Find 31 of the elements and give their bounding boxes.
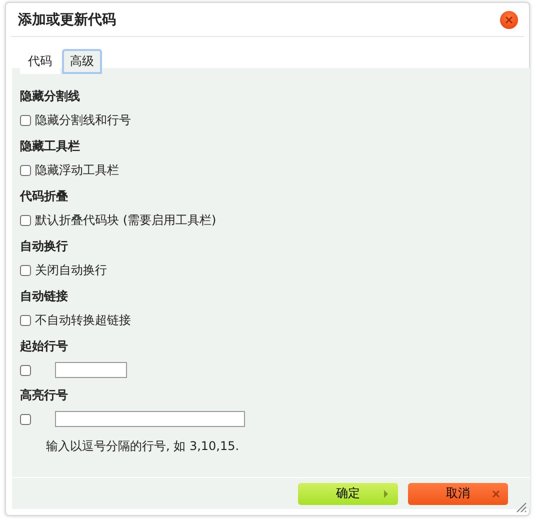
section-heading: 自动链接 xyxy=(20,288,69,305)
input-field[interactable] xyxy=(55,362,127,378)
checkbox[interactable] xyxy=(20,414,31,424)
section-heading: 高亮行号 xyxy=(20,387,69,404)
checkbox-label: 关闭自动换行 xyxy=(35,262,107,279)
checkbox[interactable] xyxy=(20,165,31,176)
section-heading: 隐藏工具栏 xyxy=(20,138,81,155)
triangle-icon xyxy=(382,490,390,498)
input-field[interactable] xyxy=(55,411,245,427)
checkbox[interactable] xyxy=(20,215,31,226)
dialog-title: 添加或更新代码 xyxy=(18,10,116,28)
ok-button[interactable]: 确定 xyxy=(298,482,398,504)
close-icon xyxy=(505,16,513,24)
tab[interactable]: 高级 xyxy=(62,49,102,74)
section-heading: 起始行号 xyxy=(20,338,69,355)
hint-text: 输入以逗号分隔的行号, 如 3,10,15. xyxy=(46,438,240,455)
section-heading: 自动换行 xyxy=(20,238,69,255)
checkbox-label: 不自动转换超链接 xyxy=(35,312,131,329)
checkbox-label: 隐藏浮动工具栏 xyxy=(35,162,119,179)
resize-grip-icon[interactable] xyxy=(515,501,527,513)
checkbox-label: 默认折叠代码块 (需要启用工具栏) xyxy=(35,212,216,229)
cancel-button[interactable]: 取消 xyxy=(408,482,508,504)
close-button[interactable] xyxy=(500,10,518,28)
checkbox[interactable] xyxy=(20,265,31,276)
checkbox-label: 隐藏分割线和行号 xyxy=(35,112,131,129)
checkbox[interactable] xyxy=(20,315,31,326)
close-icon xyxy=(492,490,500,498)
checkbox[interactable] xyxy=(20,115,31,126)
checkbox[interactable] xyxy=(20,364,31,376)
section-heading: 代码折叠 xyxy=(20,188,69,205)
section-heading: 隐藏分割线 xyxy=(20,88,81,105)
